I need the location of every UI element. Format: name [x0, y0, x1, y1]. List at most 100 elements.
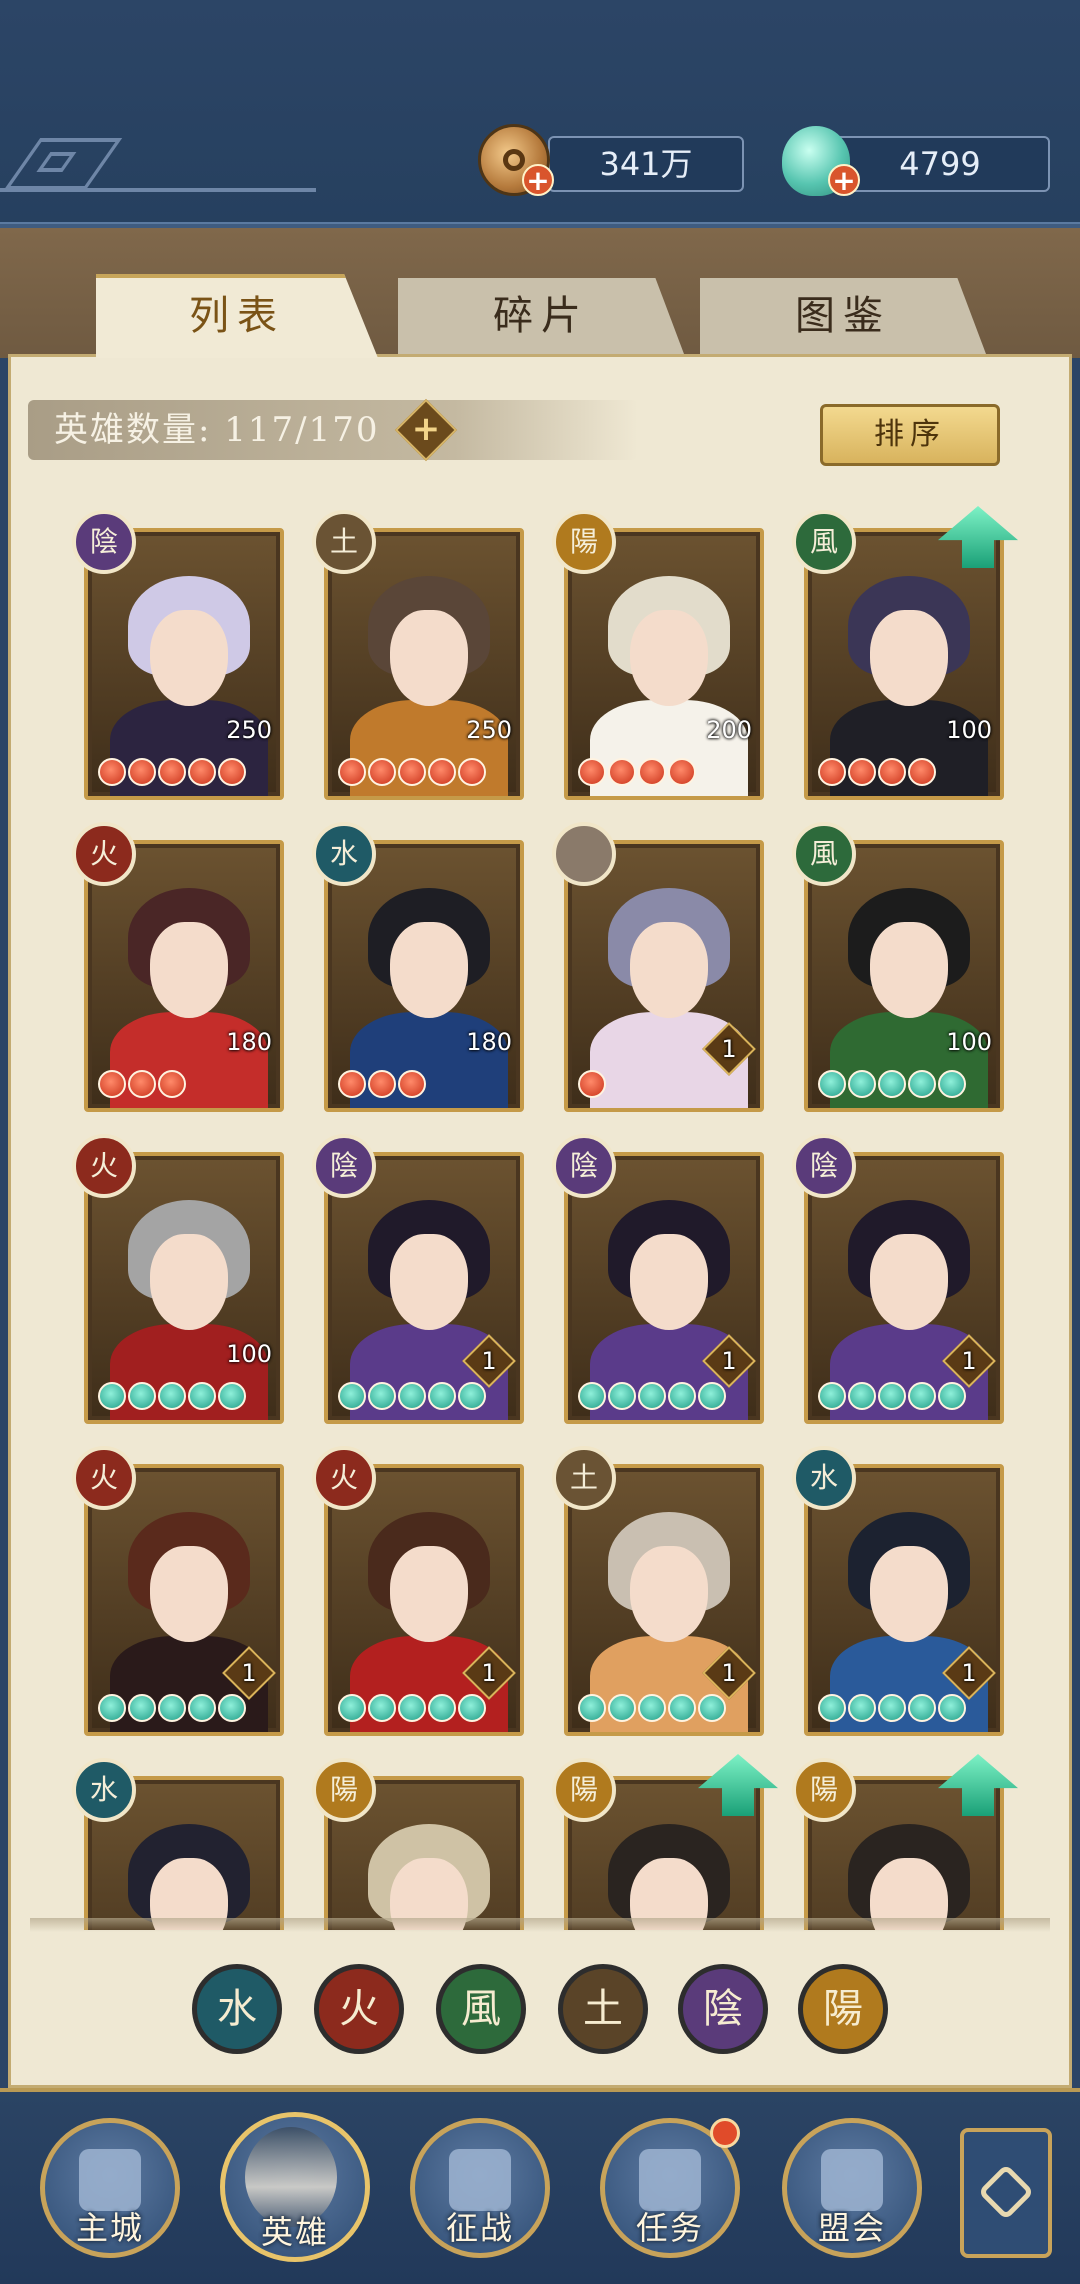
- hero-element-badge: 風: [792, 510, 856, 574]
- star-icon: [698, 1694, 726, 1722]
- star-icon: [338, 1694, 366, 1722]
- star-icon: [458, 1694, 486, 1722]
- star-icon: [218, 758, 246, 786]
- star-icon: [458, 758, 486, 786]
- star-icon: [638, 1382, 666, 1410]
- nav-hero-portrait[interactable]: 英雄: [220, 2112, 370, 2262]
- star-icon: [818, 1694, 846, 1722]
- hero-face: [150, 922, 228, 1018]
- hero-level: 250: [226, 716, 272, 744]
- hero-face: [630, 922, 708, 1018]
- hero-count-label: 英雄数量: 117/170: [54, 410, 380, 450]
- hero-face: [630, 1546, 708, 1642]
- star-icon: [218, 1694, 246, 1722]
- hero-star-rating: [338, 1382, 486, 1414]
- star-icon: [158, 1382, 186, 1410]
- star-icon: [98, 1694, 126, 1722]
- hero-level: 180: [226, 1028, 272, 1056]
- hero-element-badge: 陰: [792, 1134, 856, 1198]
- header-divider-line: [0, 188, 316, 192]
- star-icon: [938, 1070, 966, 1098]
- star-icon: [818, 1070, 846, 1098]
- star-icon: [908, 758, 936, 786]
- more-menu-button[interactable]: [960, 2128, 1052, 2258]
- element-filter-tu[interactable]: 土: [558, 1964, 648, 2054]
- hero-level-text: 1: [961, 1347, 977, 1375]
- star-icon: [938, 1382, 966, 1410]
- star-icon: [428, 1382, 456, 1410]
- star-icon: [668, 1694, 696, 1722]
- star-icon: [848, 1382, 876, 1410]
- element-filter-yin[interactable]: 陰: [678, 1964, 768, 2054]
- star-icon: [878, 758, 906, 786]
- star-icon: [188, 1382, 216, 1410]
- star-icon: [338, 1382, 366, 1410]
- hero-element-badge: 陽: [552, 510, 616, 574]
- hero-face: [630, 610, 708, 706]
- hero-star-rating: [578, 1382, 726, 1414]
- hero-element-badge: 陰: [552, 1134, 616, 1198]
- star-icon: [908, 1070, 936, 1098]
- sort-button[interactable]: 排序: [820, 404, 1000, 466]
- hero-grid[interactable]: 250 陰 250 土 200 陽 100 風 180 火 180 水 1 100 風 100 火 1 陰 1 陰 1 陰 1…: [40, 500, 1040, 1930]
- star-icon: [668, 1382, 696, 1410]
- star-icon: [908, 1382, 936, 1410]
- tab-fragments[interactable]: 碎片: [398, 278, 684, 354]
- hero-star-rating: [338, 1694, 486, 1726]
- hero-level: 180: [466, 1028, 512, 1056]
- element-filter-yang[interactable]: 陽: [798, 1964, 888, 2054]
- star-icon: [158, 1694, 186, 1722]
- hero-star-rating: [98, 758, 246, 790]
- nav-city-gate[interactable]: 主城: [40, 2118, 180, 2258]
- star-icon: [578, 758, 606, 786]
- hero-face: [870, 1234, 948, 1330]
- element-filter-huo[interactable]: 火: [314, 1964, 404, 2054]
- star-icon: [188, 1694, 216, 1722]
- star-icon: [398, 1382, 426, 1410]
- knot-icon: [977, 2163, 1035, 2221]
- hero-face: [150, 1546, 228, 1642]
- element-filter-shui[interactable]: 水: [192, 1964, 282, 2054]
- star-icon: [818, 758, 846, 786]
- tab-list[interactable]: 列表: [96, 274, 378, 358]
- hero-star-rating: [818, 758, 936, 790]
- hero-face: [870, 1546, 948, 1642]
- tab-codex[interactable]: 图鉴: [700, 278, 986, 354]
- star-icon: [158, 1070, 186, 1098]
- hero-face: [390, 610, 468, 706]
- star-icon: [368, 758, 396, 786]
- element-filter-feng[interactable]: 風: [436, 1964, 526, 2054]
- hero-level-text: 1: [721, 1035, 737, 1063]
- hero-face: [390, 1546, 468, 1642]
- star-icon: [908, 1694, 936, 1722]
- star-icon: [818, 1382, 846, 1410]
- star-icon: [188, 758, 216, 786]
- hero-element-badge: 陽: [552, 1758, 616, 1822]
- star-icon: [338, 758, 366, 786]
- nav-war-drum[interactable]: 征战: [410, 2118, 550, 2258]
- star-icon: [368, 1382, 396, 1410]
- hero-element-badge: 火: [72, 822, 136, 886]
- city-gate-icon: [79, 2149, 141, 2211]
- coins-value: 341万: [599, 145, 693, 183]
- hero-star-rating: [338, 758, 486, 790]
- nav-label: 盟会: [817, 2209, 886, 2247]
- notification-badge: [710, 2118, 740, 2148]
- hero-element-badge: 水: [312, 822, 376, 886]
- star-icon: [368, 1694, 396, 1722]
- hero-element-badge: 風: [792, 822, 856, 886]
- hero-star-rating: [578, 758, 696, 790]
- star-icon: [398, 1694, 426, 1722]
- hero-element-badge: 陰: [72, 510, 136, 574]
- hero-face: [150, 610, 228, 706]
- star-icon: [128, 1382, 156, 1410]
- star-icon: [938, 1694, 966, 1722]
- add-coins-button[interactable]: +: [522, 164, 554, 196]
- add-jade-button[interactable]: +: [828, 164, 860, 196]
- nav-guild-pavilion[interactable]: 盟会: [782, 2118, 922, 2258]
- hero-star-rating: [98, 1694, 246, 1726]
- guild-pavilion-icon: [821, 2149, 883, 2211]
- hero-face: [150, 1234, 228, 1330]
- hero-star-rating: [98, 1070, 186, 1102]
- hero-element-badge: 陰: [312, 1134, 376, 1198]
